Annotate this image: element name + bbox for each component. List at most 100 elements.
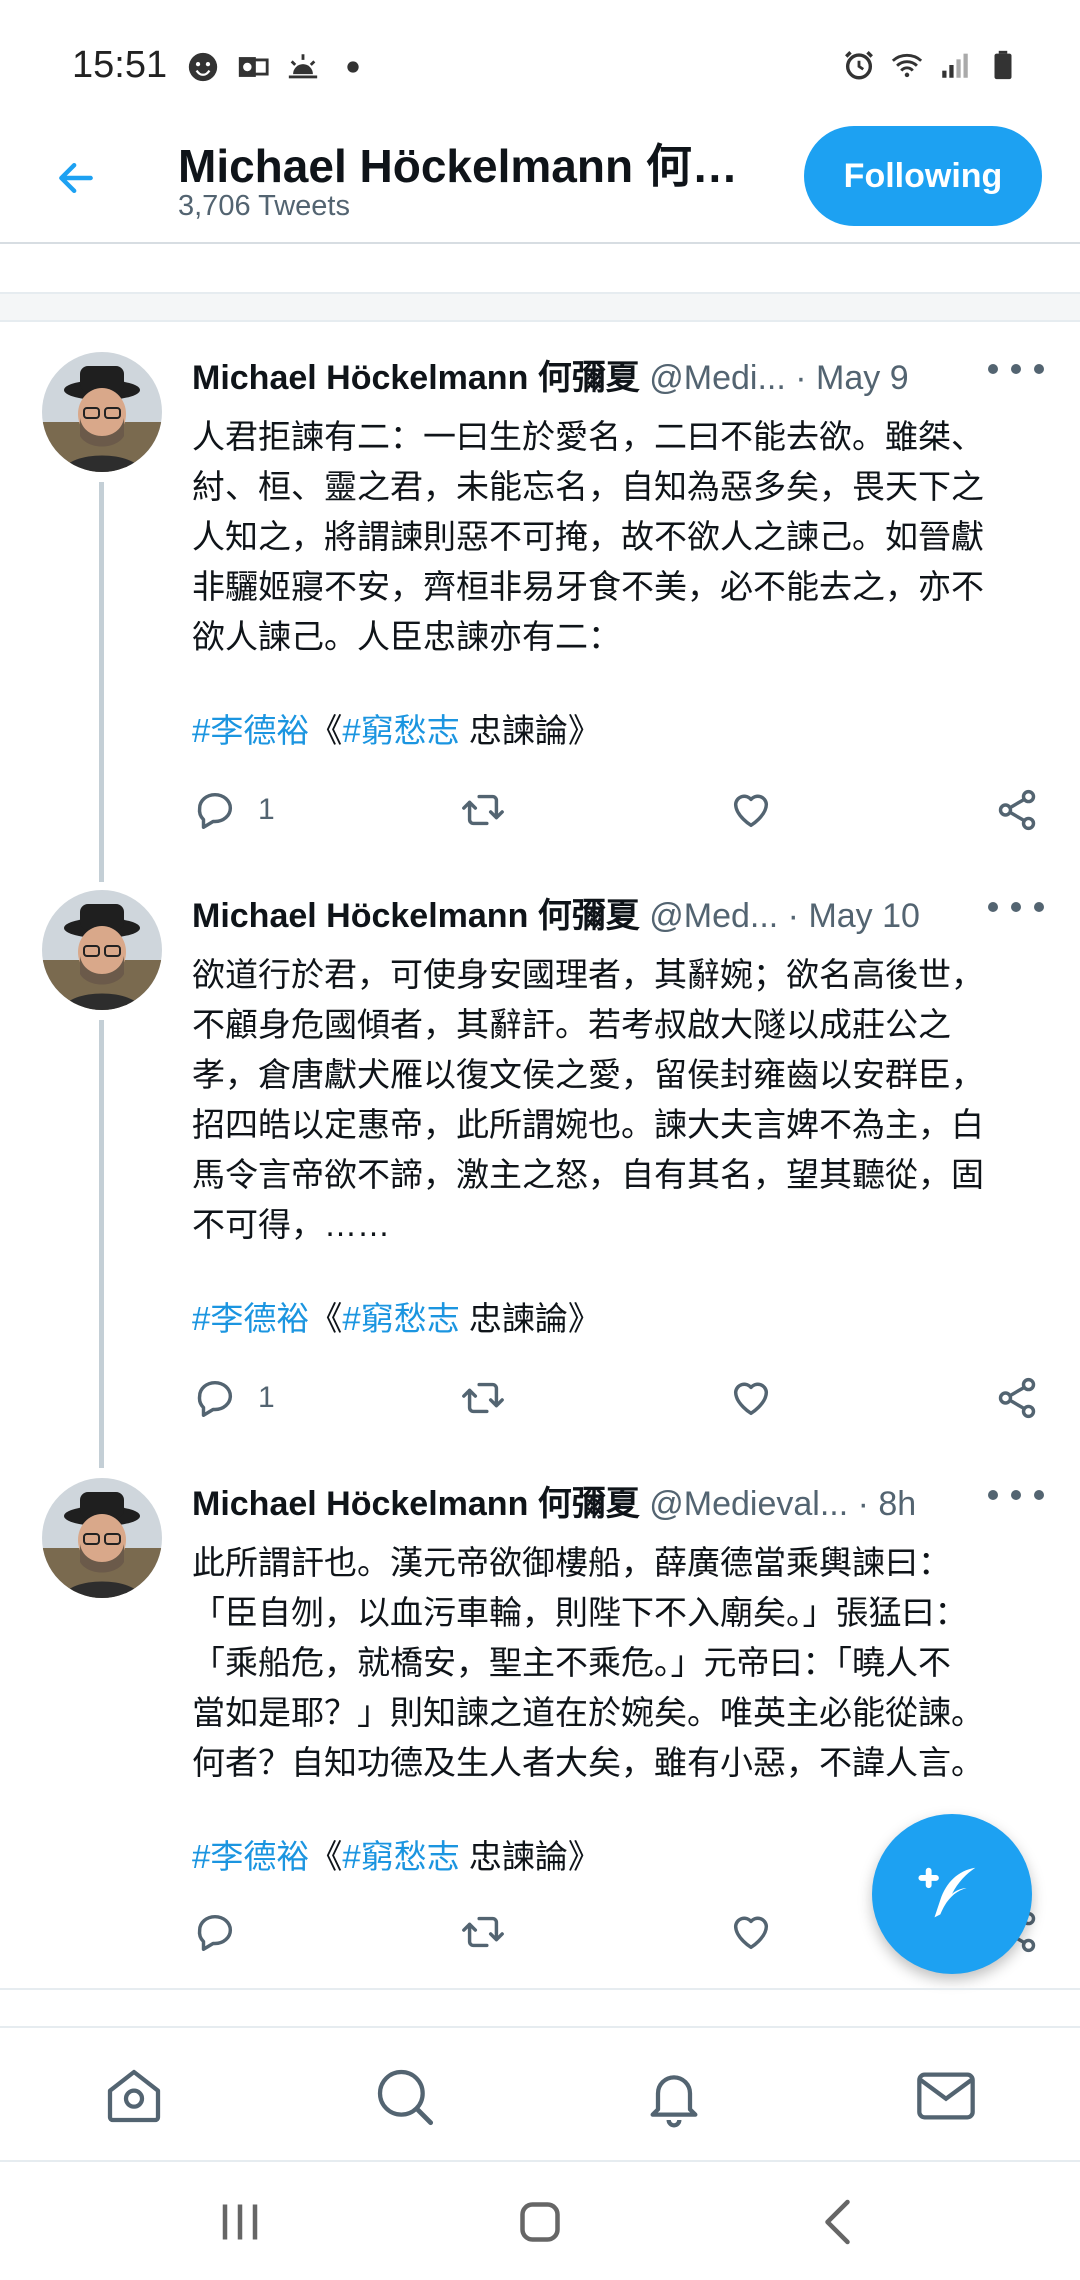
reply-count: 1 xyxy=(258,793,275,826)
tweet-header: Michael Höckelmann 何彌夏 @Med... · May 10 xyxy=(192,888,1050,935)
hashtag-link[interactable]: #窮愁志 xyxy=(342,712,459,749)
reply-icon xyxy=(197,792,233,829)
tweet-date[interactable]: May 9 xyxy=(816,359,909,397)
compose-tweet-icon xyxy=(918,1867,976,1918)
tweet-actions: 1 xyxy=(192,1368,1042,1428)
feed-bottom-divider xyxy=(0,1988,1080,1990)
back-nav-button[interactable] xyxy=(810,2192,870,2252)
notifications-icon xyxy=(650,2075,698,2128)
battery-icon xyxy=(994,50,1012,80)
hashtag-link[interactable]: #窮愁志 xyxy=(342,1838,459,1875)
reply-button[interactable]: 1 xyxy=(192,780,275,840)
share-icon xyxy=(998,1377,1036,1419)
profile-header: Michael Höckelmann 何彌夏 3,706 Tweets Foll… xyxy=(0,120,1080,244)
share-button[interactable] xyxy=(994,1368,1040,1428)
author-handle: @Medieval... xyxy=(649,1485,849,1523)
reply-count: 1 xyxy=(258,1381,275,1414)
tweet-header: Michael Höckelmann 何彌夏 @Medieval... · 8h xyxy=(192,1476,1050,1523)
heart-icon xyxy=(733,1382,769,1416)
smiley-icon xyxy=(188,52,218,82)
status-time: 15:51 xyxy=(72,44,168,86)
like-button[interactable] xyxy=(728,1902,774,1962)
outlook-icon xyxy=(238,57,269,77)
hashtag-link[interactable]: #李德裕 xyxy=(192,1838,309,1875)
nav-home[interactable] xyxy=(102,2064,166,2128)
retweet-button[interactable] xyxy=(460,1902,506,1962)
tweet-hashtags: #李德裕《#窮愁志 忠諫論》 xyxy=(192,1830,601,1878)
author-name[interactable]: Michael Höckelmann 何彌夏 xyxy=(192,359,640,397)
feed-separator xyxy=(0,292,1080,322)
signal-icon xyxy=(942,53,968,78)
home-icon xyxy=(107,2069,161,2123)
meta-separator: · xyxy=(848,1485,879,1523)
avatar[interactable] xyxy=(42,1478,162,1598)
share-icon xyxy=(998,789,1036,831)
recent-apps-button[interactable] xyxy=(210,2192,270,2252)
compose-tweet-button[interactable] xyxy=(872,1814,1032,1974)
title-text: 忠諫論》 xyxy=(459,712,601,749)
title-text: 忠諫論》 xyxy=(459,1300,601,1337)
hashtag-link[interactable]: #窮愁志 xyxy=(342,1300,459,1337)
following-button[interactable]: Following xyxy=(804,126,1042,226)
retweet-button[interactable] xyxy=(460,780,506,840)
title-text: 忠諫論》 xyxy=(459,1838,601,1875)
bracket-text: 《 xyxy=(309,1838,343,1875)
tweet-date[interactable]: 8h xyxy=(878,1485,916,1523)
status-left-icons xyxy=(186,50,370,84)
reply-button[interactable] xyxy=(192,1902,258,1962)
sunrise-icon xyxy=(288,54,318,79)
meta-separator: · xyxy=(785,359,817,397)
retweet-icon xyxy=(462,1916,504,1948)
meta-separator: · xyxy=(778,897,809,935)
thread-line xyxy=(99,482,104,882)
heart-icon xyxy=(733,1916,769,1950)
home-button-icon xyxy=(520,2202,560,2242)
like-button[interactable] xyxy=(728,780,774,840)
like-button[interactable] xyxy=(728,1368,774,1428)
status-right-icons xyxy=(842,48,1020,82)
author-handle: @Medi... xyxy=(649,359,786,397)
bottom-navigation xyxy=(0,2026,1080,2156)
more-options-button[interactable] xyxy=(988,902,1044,922)
alarm-icon xyxy=(845,51,873,80)
share-button[interactable] xyxy=(994,780,1040,840)
avatar[interactable] xyxy=(42,890,162,1010)
more-options-button[interactable] xyxy=(988,1490,1044,1510)
author-name[interactable]: Michael Höckelmann 何彌夏 xyxy=(192,1485,640,1523)
nav-search[interactable] xyxy=(372,2064,436,2128)
bracket-text: 《 xyxy=(309,1300,343,1337)
dot-icon xyxy=(347,61,359,73)
tweet-count: 3,706 Tweets xyxy=(178,190,350,222)
hashtag-link[interactable]: #李德裕 xyxy=(192,1300,309,1337)
author-handle: @Med... xyxy=(649,897,779,935)
author-name[interactable]: Michael Höckelmann 何彌夏 xyxy=(192,897,640,935)
more-options-button[interactable] xyxy=(988,364,1044,384)
tweet-header: Michael Höckelmann 何彌夏 @Medi... · May 9 xyxy=(192,350,1050,397)
status-bar: 15:51 xyxy=(0,0,1080,120)
system-navigation xyxy=(0,2160,1080,2280)
tweet-hashtags: #李德裕《#窮愁志 忠諫論》 xyxy=(192,1292,601,1340)
reply-icon xyxy=(197,1914,233,1951)
back-button[interactable] xyxy=(46,148,106,208)
nav-notifications[interactable] xyxy=(642,2064,706,2128)
tweet-text: 人君拒諫有二：一曰生於愛名，二曰不能去欲。雖桀、 紂、桓、靈之君，未能忘名，自知… xyxy=(192,418,984,655)
retweet-icon xyxy=(462,794,504,826)
avatar[interactable] xyxy=(42,352,162,472)
retweet-button[interactable] xyxy=(460,1368,506,1428)
search-icon xyxy=(377,2069,434,2126)
reply-button[interactable]: 1 xyxy=(192,1368,275,1428)
tweet-text: 此所謂訐也。漢元帝欲御樓船，薛廣德當乘輿諫曰： 「臣自刎，以血污車輪，則陛下不入… xyxy=(192,1544,984,1781)
bracket-text: 《 xyxy=(309,712,343,749)
hashtag-link[interactable]: #李德裕 xyxy=(192,712,309,749)
tweet-date[interactable]: May 10 xyxy=(808,897,920,935)
tweet-hashtags: #李德裕《#窮愁志 忠諫論》 xyxy=(192,704,601,752)
back-icon xyxy=(825,2199,850,2245)
nav-messages[interactable] xyxy=(914,2064,978,2128)
tweet-text: 欲道行於君，可使身安國理者，其辭婉；欲名高後世， 不顧身危國傾者，其辭訐。若考叔… xyxy=(192,956,984,1243)
messages-icon xyxy=(917,2072,975,2120)
home-button[interactable] xyxy=(510,2192,570,2252)
recent-apps-icon xyxy=(222,2204,258,2240)
wifi-icon xyxy=(891,53,923,78)
back-arrow-icon xyxy=(59,162,93,194)
retweet-icon xyxy=(462,1382,504,1414)
